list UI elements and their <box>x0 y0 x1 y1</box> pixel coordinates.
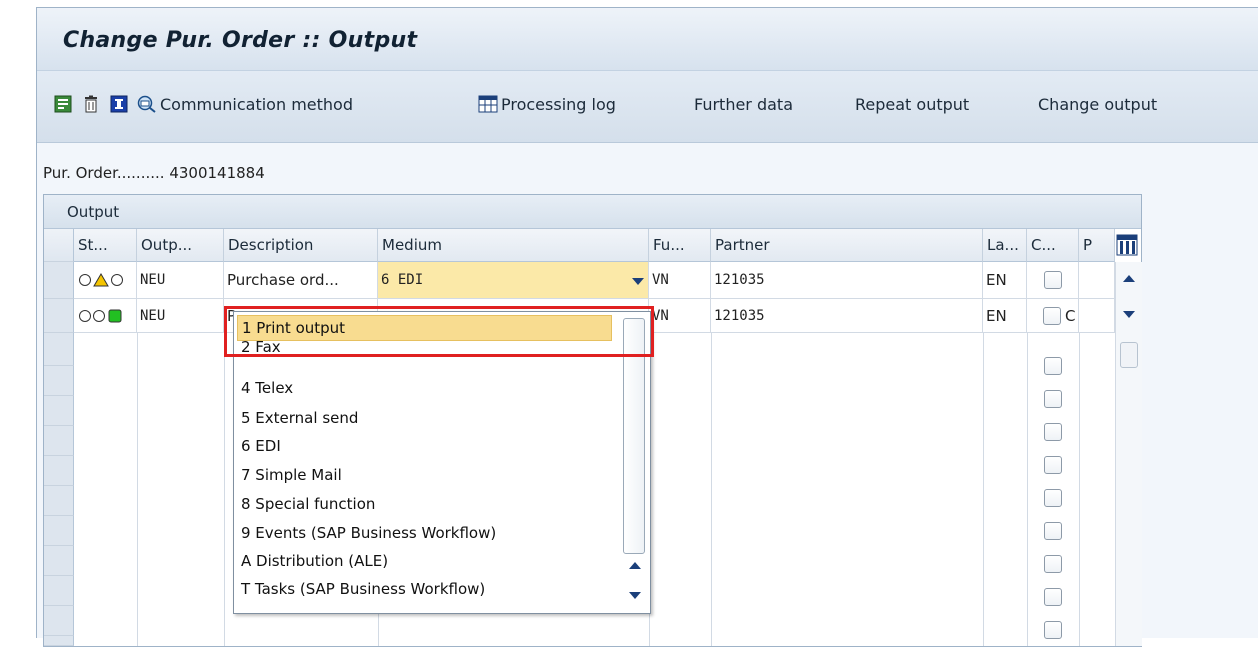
dropdown-option[interactable]: 4 Telex <box>237 375 612 401</box>
po-label: Pur. Order.......... <box>43 164 165 182</box>
table-cell-p[interactable] <box>1079 262 1115 299</box>
comm-checkbox[interactable] <box>1044 522 1062 540</box>
communication-icon <box>137 95 157 113</box>
column-settings-icon[interactable] <box>1115 233 1139 257</box>
column-divider <box>224 333 225 646</box>
dropdown-option[interactable]: 6 EDI <box>237 433 612 459</box>
communication-method-label: Communication method <box>160 94 353 114</box>
scroll-up-icon[interactable] <box>629 559 641 574</box>
column-header-comm[interactable]: C... <box>1027 229 1079 262</box>
processing-log-icon <box>478 95 498 113</box>
purchase-order-info: Pur. Order.......... 4300141884 <box>43 164 265 182</box>
table-cell-partner[interactable]: 121035 <box>711 299 983 333</box>
medium-select[interactable]: 6 EDI <box>378 262 649 299</box>
row-selector[interactable] <box>44 636 74 646</box>
application-toolbar: Communication method Processing log Furt… <box>37 71 1258 143</box>
info-icon[interactable] <box>110 95 128 113</box>
column-divider <box>1027 333 1028 646</box>
comm-checkbox[interactable] <box>1044 489 1062 507</box>
row-selector[interactable] <box>44 576 74 606</box>
comm-checkbox[interactable] <box>1044 357 1062 375</box>
comm-checkbox[interactable] <box>1043 306 1061 325</box>
status-indicator-yellow <box>74 262 137 299</box>
row-selector[interactable] <box>44 546 74 576</box>
page-title: Change Pur. Order :: Output <box>63 28 418 53</box>
dropdown-option[interactable]: 5 External send <box>237 405 612 431</box>
column-header-medium[interactable]: Medium <box>378 229 649 262</box>
row-selector[interactable] <box>44 426 74 456</box>
row-selector[interactable] <box>44 456 74 486</box>
table-cell-p[interactable] <box>1079 299 1115 333</box>
scroll-down-icon[interactable] <box>629 589 641 604</box>
row-selector[interactable] <box>44 262 74 299</box>
column-header-p[interactable]: P <box>1079 229 1115 262</box>
table-cell-output[interactable]: NEU <box>137 262 224 299</box>
processing-log-label: Processing log <box>501 94 616 114</box>
dropdown-scrollbar[interactable] <box>620 312 649 613</box>
column-divider <box>137 333 138 646</box>
row-selector[interactable] <box>44 516 74 546</box>
table-cell-description[interactable]: Purchase ord... <box>224 262 378 299</box>
comm-checkbox[interactable] <box>1044 588 1062 606</box>
dropdown-option[interactable]: A Distribution (ALE) <box>237 548 612 574</box>
column-header-function[interactable]: Fu... <box>649 229 711 262</box>
table-cell-partner[interactable]: 121035 <box>711 262 983 299</box>
repeat-output-button[interactable]: Repeat output <box>855 93 969 115</box>
column-header-partner[interactable]: Partner <box>711 229 983 262</box>
status-indicator-green <box>74 299 137 333</box>
column-divider <box>983 333 984 646</box>
table-cell-comm: C <box>1027 299 1079 333</box>
dropdown-option[interactable]: 7 Simple Mail <box>237 462 612 488</box>
further-data-button[interactable]: Further data <box>694 93 793 115</box>
dropdown-option[interactable]: 9 Events (SAP Business Workflow) <box>237 520 612 546</box>
scroll-thumb[interactable] <box>1120 342 1138 368</box>
processing-log-button[interactable]: Processing log <box>478 93 616 115</box>
table-cell-output[interactable]: NEU <box>137 299 224 333</box>
medium-select-value: 6 EDI <box>381 272 424 288</box>
comm-checkbox[interactable] <box>1044 423 1062 441</box>
table-cell-language[interactable]: EN <box>983 299 1027 333</box>
row-selector[interactable] <box>44 299 74 333</box>
change-output-button[interactable]: Change output <box>1038 93 1157 115</box>
column-header-language[interactable]: La... <box>983 229 1027 262</box>
column-divider <box>1079 333 1080 646</box>
comm-checkbox[interactable] <box>1043 271 1062 289</box>
row-selector[interactable] <box>44 366 74 396</box>
row-selector[interactable] <box>44 486 74 516</box>
comm-value: C <box>1065 306 1076 325</box>
title-bar: Change Pur. Order :: Output <box>37 8 1258 71</box>
column-header-description[interactable]: Description <box>224 229 378 262</box>
column-header-status[interactable]: St... <box>74 229 137 262</box>
column-divider <box>711 333 712 646</box>
chevron-down-icon[interactable] <box>629 275 647 289</box>
po-number: 4300141884 <box>169 164 265 182</box>
row-selector[interactable] <box>44 396 74 426</box>
output-panel-title: Output <box>67 203 120 221</box>
table-cell-language[interactable]: EN <box>983 262 1027 299</box>
table-cell-comm <box>1027 262 1079 299</box>
scroll-up-icon[interactable] <box>1123 272 1135 287</box>
communication-method-button[interactable]: Communication method <box>137 93 353 115</box>
comm-checkbox[interactable] <box>1044 390 1062 408</box>
delete-icon[interactable] <box>82 95 100 113</box>
annotation-highlight-box <box>224 306 654 357</box>
dropdown-option[interactable]: 8 Special function <box>237 491 612 517</box>
comm-checkbox[interactable] <box>1044 621 1062 639</box>
column-header-output[interactable]: Outp... <box>137 229 224 262</box>
table-cell-function[interactable]: VN <box>649 299 711 333</box>
comm-checkbox[interactable] <box>1044 456 1062 474</box>
select-all-cell[interactable] <box>44 229 74 262</box>
table-scrollbar[interactable] <box>1115 262 1142 646</box>
row-selector[interactable] <box>44 333 74 366</box>
output-panel-header: Output <box>44 195 1141 229</box>
table-cell-function[interactable]: VN <box>649 262 711 299</box>
row-selector[interactable] <box>44 606 74 636</box>
scroll-down-icon[interactable] <box>1123 308 1135 323</box>
comm-checkbox[interactable] <box>1044 555 1062 573</box>
dropdown-option[interactable]: T Tasks (SAP Business Workflow) <box>237 576 612 602</box>
new-entries-icon[interactable] <box>54 95 72 113</box>
